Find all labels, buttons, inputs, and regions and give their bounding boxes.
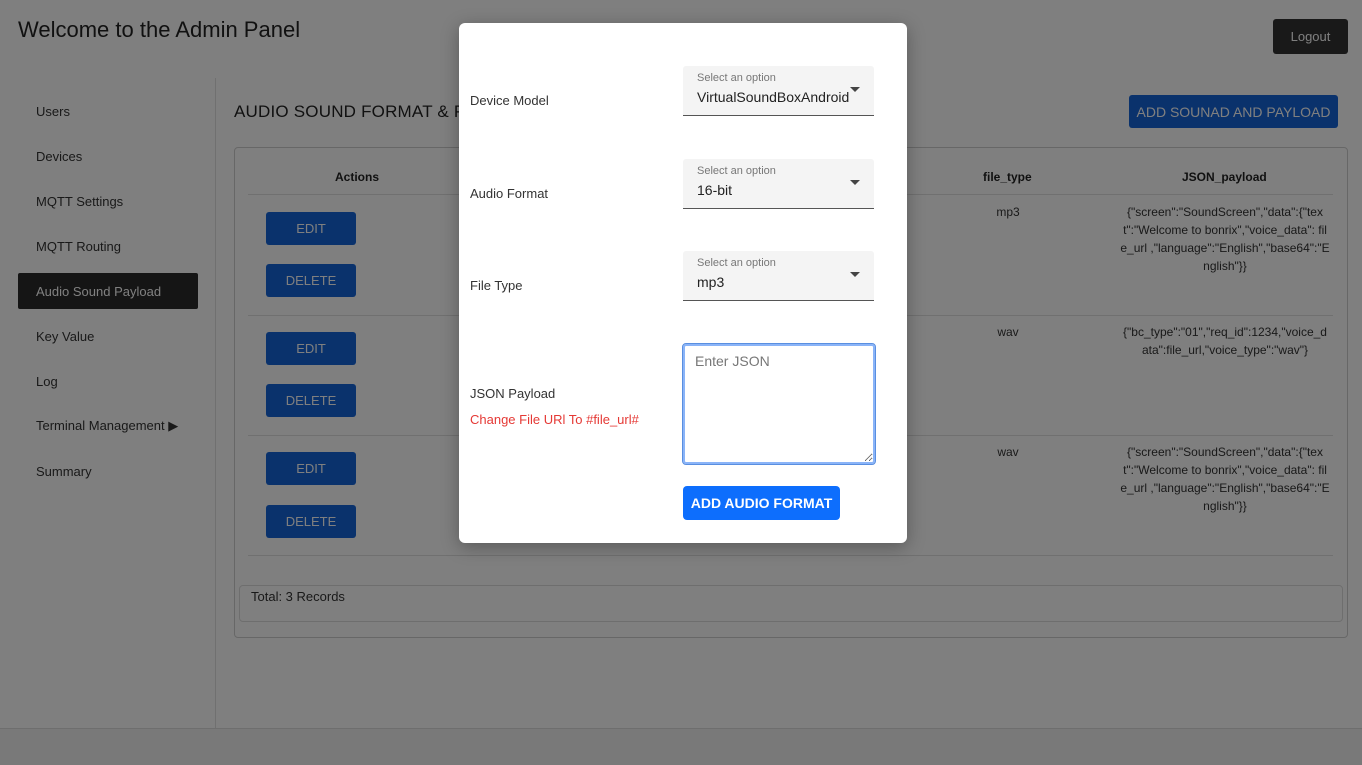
audio-format-select[interactable]: Select an option 16-bit (683, 159, 874, 209)
audio-format-label: Audio Format (470, 186, 549, 201)
select-hint: Select an option (697, 165, 776, 177)
select-hint: Select an option (697, 72, 776, 84)
file-url-hint: Change File URl To #file_url# (470, 412, 639, 427)
select-value: 16-bit (697, 182, 733, 198)
select-value: VirtualSoundBoxAndroid (697, 89, 850, 105)
json-payload-label: JSON Payload (470, 386, 556, 401)
add-audio-format-modal: Device Model Select an option VirtualSou… (459, 23, 907, 543)
file-type-label: File Type (470, 278, 523, 293)
device-model-label: Device Model (470, 93, 549, 108)
json-payload-input[interactable] (682, 343, 876, 465)
select-hint: Select an option (697, 257, 776, 269)
add-audio-format-button[interactable]: ADD AUDIO FORMAT (683, 486, 840, 520)
device-model-select[interactable]: Select an option VirtualSoundBoxAndroid (683, 66, 874, 116)
file-type-select[interactable]: Select an option mp3 (683, 251, 874, 301)
caret-down-icon (850, 180, 860, 185)
caret-down-icon (850, 272, 860, 277)
caret-down-icon (850, 87, 860, 92)
select-value: mp3 (697, 274, 725, 290)
